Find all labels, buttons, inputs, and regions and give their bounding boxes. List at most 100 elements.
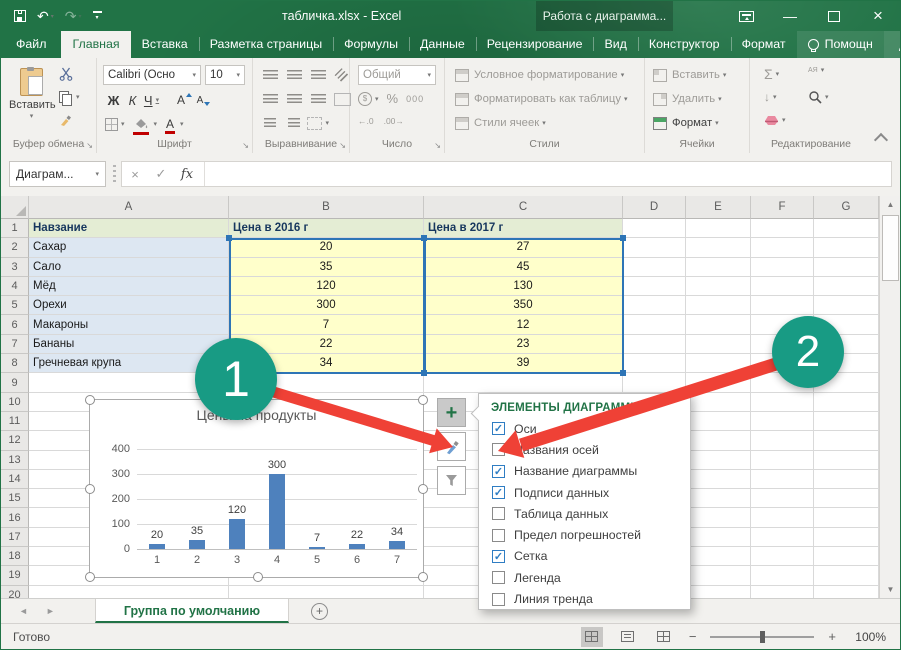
cell-F19[interactable]: [751, 566, 814, 585]
cell-F9[interactable]: [751, 373, 814, 392]
format-cells-button[interactable]: Формат▾: [653, 113, 719, 133]
row-header-9[interactable]: 9: [1, 373, 29, 392]
close-button[interactable]: ×: [856, 1, 900, 31]
cell-A3[interactable]: Сало: [29, 258, 229, 277]
cell-F14[interactable]: [751, 470, 814, 489]
row-header-13[interactable]: 13: [1, 451, 29, 470]
chart-element-option[interactable]: Предел погрешностей: [479, 524, 690, 545]
align-right-button[interactable]: [307, 90, 329, 108]
cell-E12[interactable]: [686, 431, 751, 450]
row-header-2[interactable]: 2: [1, 238, 29, 257]
increase-decimal-button[interactable]: ←.0: [358, 116, 374, 126]
col-header-B[interactable]: B: [229, 196, 424, 219]
checkbox[interactable]: ✓: [492, 422, 505, 435]
tab-review[interactable]: Рецензирование: [476, 31, 594, 58]
cell-F11[interactable]: [751, 412, 814, 431]
cell-E10[interactable]: [686, 393, 751, 412]
chart[interactable]: Цены на продукты 01002003004002013521203…: [89, 399, 424, 578]
font-name-select[interactable]: Calibri (Осно▾: [103, 65, 201, 85]
tab-share[interactable]: Общий доступ: [884, 31, 901, 58]
range-handle[interactable]: [620, 370, 626, 376]
sheet-nav-left[interactable]: ◄: [19, 606, 28, 616]
cell-F1[interactable]: [751, 219, 814, 238]
cell-F18[interactable]: [751, 547, 814, 566]
vertical-scrollbar[interactable]: ▲ ▼: [879, 196, 901, 598]
cell-styles-button[interactable]: Стили ячеек▾: [455, 113, 546, 133]
cell-G6[interactable]: [814, 315, 879, 334]
insert-function-button[interactable]: fx: [174, 167, 200, 182]
cell-E13[interactable]: [686, 451, 751, 470]
decrease-indent-button[interactable]: [259, 114, 281, 132]
bar-6[interactable]: [349, 544, 365, 550]
row-header-16[interactable]: 16: [1, 508, 29, 527]
cell-G7[interactable]: [814, 335, 879, 354]
row-header-7[interactable]: 7: [1, 335, 29, 354]
sheet-nav-right[interactable]: ►: [46, 606, 55, 616]
cell-D7[interactable]: [623, 335, 686, 354]
cell-G9[interactable]: [814, 373, 879, 392]
tab-format[interactable]: Формат: [731, 31, 797, 58]
cell-G16[interactable]: [814, 508, 879, 527]
col-header-F[interactable]: F: [751, 196, 814, 219]
cell-E17[interactable]: [686, 528, 751, 547]
bar-3[interactable]: [229, 519, 245, 549]
cell-G11[interactable]: [814, 412, 879, 431]
customize-qat-button[interactable]: ▾: [93, 11, 102, 21]
tab-assistant[interactable]: Помощн: [797, 31, 884, 58]
row-header-11[interactable]: 11: [1, 412, 29, 431]
col-header-G[interactable]: G: [814, 196, 879, 219]
cell-C9[interactable]: [424, 373, 623, 392]
chart-element-option[interactable]: ✓Подписи данных: [479, 482, 690, 503]
cell-C4[interactable]: 130: [424, 277, 623, 296]
redo-button[interactable]: ↷▾: [65, 8, 82, 25]
ribbon-display-options-button[interactable]: [724, 1, 768, 31]
row-header-8[interactable]: 8: [1, 354, 29, 373]
tab-view[interactable]: Вид: [593, 31, 637, 58]
chart-element-option[interactable]: Названия осей: [479, 439, 690, 460]
formula-input[interactable]: [205, 162, 891, 186]
cell-E6[interactable]: [686, 315, 751, 334]
cell-G8[interactable]: [814, 354, 879, 373]
cell-E3[interactable]: [686, 258, 751, 277]
undo-button[interactable]: ↶▾: [37, 8, 54, 25]
tab-formulas[interactable]: Формулы: [333, 31, 409, 58]
row-header-17[interactable]: 17: [1, 528, 29, 547]
cell-E15[interactable]: [686, 489, 751, 508]
row-header-3[interactable]: 3: [1, 258, 29, 277]
chart-handle[interactable]: [85, 395, 95, 405]
chart-element-option[interactable]: Легенда: [479, 567, 690, 588]
cell-E4[interactable]: [686, 277, 751, 296]
cell-A8[interactable]: Гречневая крупа: [29, 354, 229, 373]
tab-design[interactable]: Конструктор: [638, 31, 731, 58]
cell-C7[interactable]: 23: [424, 335, 623, 354]
cell-G10[interactable]: [814, 393, 879, 412]
cell-E8[interactable]: [686, 354, 751, 373]
cell-C6[interactable]: 12: [424, 315, 623, 334]
align-top-button[interactable]: [259, 66, 281, 84]
checkbox[interactable]: ✓: [492, 486, 505, 499]
cell-B8[interactable]: 34: [229, 354, 424, 373]
italic-button[interactable]: К: [124, 91, 141, 109]
cell-C3[interactable]: 45: [424, 258, 623, 277]
enter-button[interactable]: ✓: [148, 166, 174, 182]
row-header-14[interactable]: 14: [1, 470, 29, 489]
page-layout-view-button[interactable]: [617, 627, 639, 647]
cell-C8[interactable]: 39: [424, 354, 623, 373]
cell-B4[interactable]: 120: [229, 277, 424, 296]
align-middle-button[interactable]: [283, 66, 305, 84]
cell-D4[interactable]: [623, 277, 686, 296]
chart-element-option[interactable]: ✓Оси: [479, 418, 690, 439]
checkbox[interactable]: [492, 571, 505, 584]
cell-B9[interactable]: [229, 373, 424, 392]
sort-filter-button[interactable]: АЯ▾: [808, 66, 824, 74]
fill-color-button[interactable]: ▾: [134, 115, 158, 133]
chart-handle[interactable]: [253, 395, 263, 405]
cell-G19[interactable]: [814, 566, 879, 585]
cell-B3[interactable]: 35: [229, 258, 424, 277]
cell-D1[interactable]: [623, 219, 686, 238]
cell-A5[interactable]: Орехи: [29, 296, 229, 315]
cell-F6[interactable]: [751, 315, 814, 334]
font-size-select[interactable]: 10▾: [205, 65, 245, 85]
bar-2[interactable]: [189, 540, 205, 549]
cell-G17[interactable]: [814, 528, 879, 547]
